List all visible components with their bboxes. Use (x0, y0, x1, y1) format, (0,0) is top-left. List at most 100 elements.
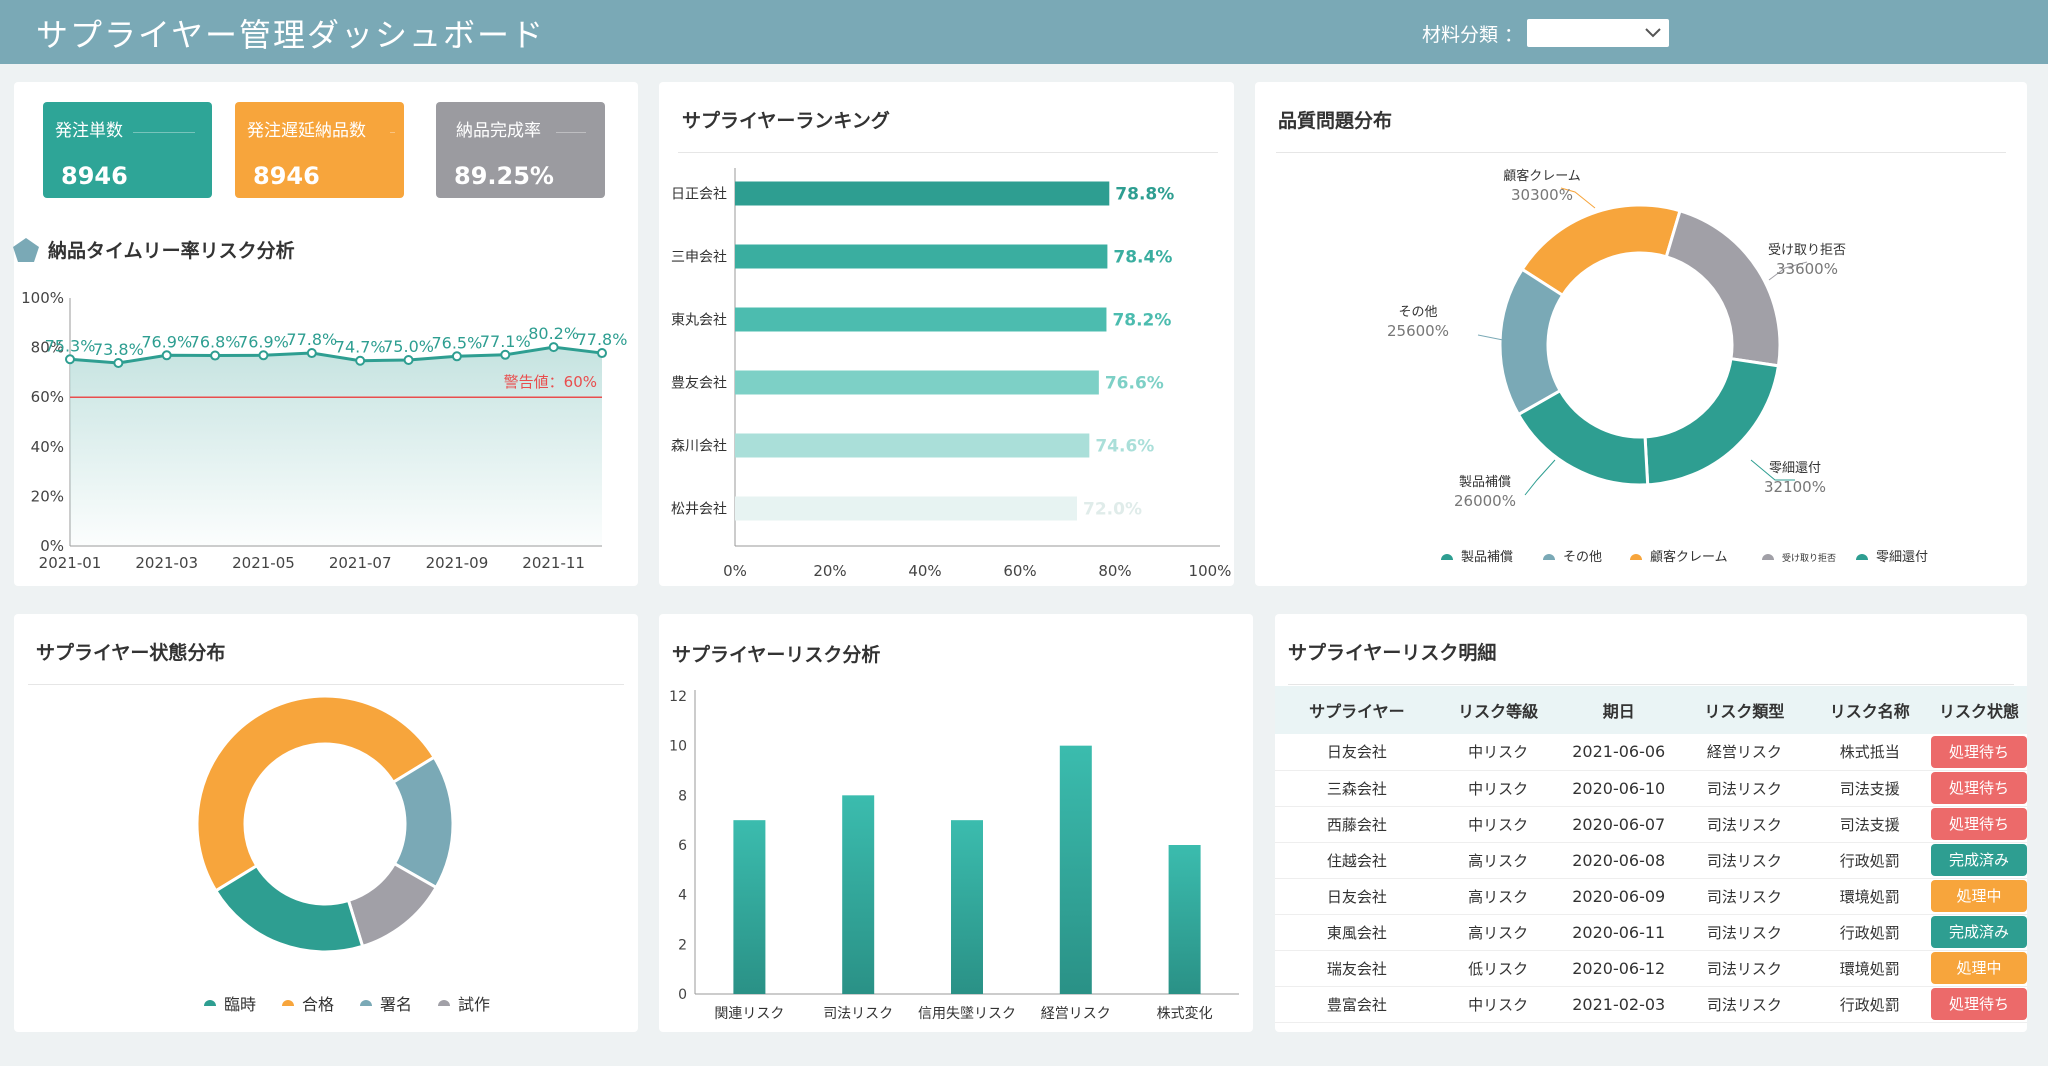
data-label: 77.8% (577, 330, 628, 349)
data-point[interactable] (306, 348, 317, 359)
column-header[interactable]: サプライヤー (1275, 686, 1439, 734)
risk-bar[interactable] (842, 795, 875, 994)
table-cell: 2020-06-11 (1557, 914, 1681, 951)
chevron-down-icon (1645, 28, 1661, 38)
ranking-bar[interactable] (735, 307, 1107, 332)
table-cell: 中リスク (1438, 986, 1558, 1023)
legend-label[interactable]: 合格 (302, 995, 334, 1014)
table-cell: 中リスク (1438, 770, 1558, 807)
x-tick-label: 80% (1098, 562, 1131, 580)
status-badge: 完成済み (1930, 916, 2027, 948)
legend-marker (1630, 554, 1642, 560)
legend-label[interactable]: 署名 (380, 995, 412, 1014)
legend-marker (360, 1000, 372, 1006)
table-cell: 司法リスク (1680, 770, 1809, 807)
risk-status-cell: 完成済み (1930, 842, 2027, 879)
table-cell: 豊富会社 (1275, 986, 1439, 1023)
data-point[interactable] (355, 355, 366, 366)
table-cell: 環境処罰 (1808, 950, 1931, 987)
ranking-bar[interactable] (735, 244, 1108, 269)
table-row[interactable]: 瑞友会社 低リスク 2020-06-12 司法リスク 環境処罰 処理中 (1275, 950, 2027, 987)
column-header[interactable]: リスク類型 (1680, 686, 1809, 734)
table-row[interactable]: 住越会社 高リスク 2020-06-08 司法リスク 行政処罰 完成済み (1275, 842, 2027, 879)
data-point[interactable] (500, 349, 511, 360)
donut-slice[interactable] (1664, 208, 1782, 368)
donut-slice[interactable] (213, 863, 365, 954)
kpi-divider (556, 132, 586, 133)
data-point[interactable] (210, 350, 221, 361)
column-header[interactable]: リスク等級 (1438, 686, 1558, 734)
table-row[interactable]: 日友会社 高リスク 2020-06-09 司法リスク 環境処罰 処理中 (1275, 878, 2027, 915)
table-cell: 司法リスク (1680, 806, 1809, 843)
data-point[interactable] (161, 350, 172, 361)
x-tick-label: 2021-03 (135, 554, 198, 572)
table-cell: 経営リスク (1680, 734, 1809, 771)
column-header[interactable]: リスク名称 (1808, 686, 1931, 734)
table-cell: 2021-06-06 (1557, 734, 1681, 771)
table-row[interactable]: 東風会社 高リスク 2020-06-11 司法リスク 行政処罰 完成済み (1275, 914, 2027, 951)
kpi-label: 納品完成率 (456, 121, 541, 141)
risk-status-cell: 処理待ち (1930, 734, 2027, 771)
data-point[interactable] (548, 342, 559, 353)
slice-name-label: 零細還付 (1769, 461, 1821, 476)
column-header[interactable]: リスク状態 (1930, 686, 2027, 734)
legend-label[interactable]: 臨時 (224, 995, 256, 1014)
legend-marker (438, 1000, 450, 1006)
material-category-select[interactable] (1527, 19, 1669, 47)
kpi-label: 発注単数 (55, 121, 123, 141)
risk-status-cell: 処理待ち (1930, 986, 2027, 1023)
category-label: 東丸会社 (671, 313, 727, 329)
data-point[interactable] (597, 348, 607, 359)
data-point[interactable] (258, 350, 269, 361)
legend-label[interactable]: 零細還付 (1876, 550, 1928, 565)
y-tick-label: 8 (678, 788, 687, 804)
table-row[interactable]: 三森会社 中リスク 2020-06-10 司法リスク 司法支援 処理待ち (1275, 770, 2027, 807)
donut-slice[interactable] (1520, 203, 1682, 298)
table-cell: 低リスク (1438, 950, 1558, 987)
data-label: 77.8% (286, 330, 337, 349)
x-tick-label: 2021-05 (232, 554, 295, 572)
legend-label[interactable]: 顧客クレーム (1650, 549, 1728, 565)
table-cell: 瑞友会社 (1275, 950, 1439, 987)
category-label: 豊友会社 (671, 376, 727, 392)
legend-marker (204, 1000, 216, 1006)
risk-bar[interactable] (1059, 745, 1092, 994)
legend-marker (282, 1000, 294, 1006)
ranking-bar[interactable] (735, 370, 1099, 395)
ranking-bar[interactable] (735, 181, 1110, 206)
slice-value-label: 32100% (1764, 478, 1826, 496)
table-cell: 行政処罰 (1808, 986, 1931, 1023)
legend-label[interactable]: その他 (1563, 550, 1602, 565)
x-tick-label: 2021-11 (522, 554, 585, 572)
kpi-value: 8946 (253, 162, 320, 190)
data-label: 76.9% (238, 332, 289, 351)
quality-donut-chart: 顧客クレーム 30300% 受け取り拒否 33600% 零細還付 32100% 製品補償 26… (1387, 168, 1928, 565)
risk-bar[interactable] (733, 820, 766, 994)
table-cell: 2020-06-08 (1557, 842, 1681, 879)
legend-label[interactable]: 試作 (458, 995, 490, 1014)
data-point[interactable] (65, 354, 75, 365)
x-tick-label: 2021-01 (39, 554, 102, 572)
ranking-bar[interactable] (735, 496, 1077, 521)
y-tick-label: 60% (31, 388, 64, 406)
column-header[interactable]: 期日 (1557, 686, 1681, 734)
y-tick-label: 2 (678, 937, 687, 953)
table-row[interactable]: 豊富会社 中リスク 2021-02-03 司法リスク 行政処罰 処理待ち (1275, 986, 2027, 1023)
x-tick-label: 40% (908, 562, 941, 580)
data-point[interactable] (451, 351, 462, 362)
legend-label[interactable]: 製品補償 (1461, 550, 1513, 565)
slice-value-label: 30300% (1511, 186, 1573, 204)
status-chart-title: サプライヤー状態分布 (36, 642, 226, 664)
table-row[interactable]: 西藤会社 中リスク 2020-06-07 司法リスク 司法支援 処理待ち (1275, 806, 2027, 843)
legend-marker (1441, 554, 1453, 560)
ranking-bar[interactable] (735, 433, 1090, 458)
page-title: サプライヤー管理ダッシュボード (36, 16, 546, 54)
data-point[interactable] (403, 355, 414, 365)
legend-label[interactable]: 受け取り拒否 (1782, 552, 1836, 564)
category-label: 日正会社 (671, 187, 727, 203)
donut-slice[interactable] (1498, 267, 1565, 417)
data-point[interactable] (113, 357, 124, 368)
risk-bar[interactable] (951, 820, 983, 994)
risk-bar[interactable] (1168, 845, 1201, 994)
table-row[interactable]: 日友会社 中リスク 2021-06-06 経営リスク 株式抵当 処理待ち (1275, 734, 2027, 771)
